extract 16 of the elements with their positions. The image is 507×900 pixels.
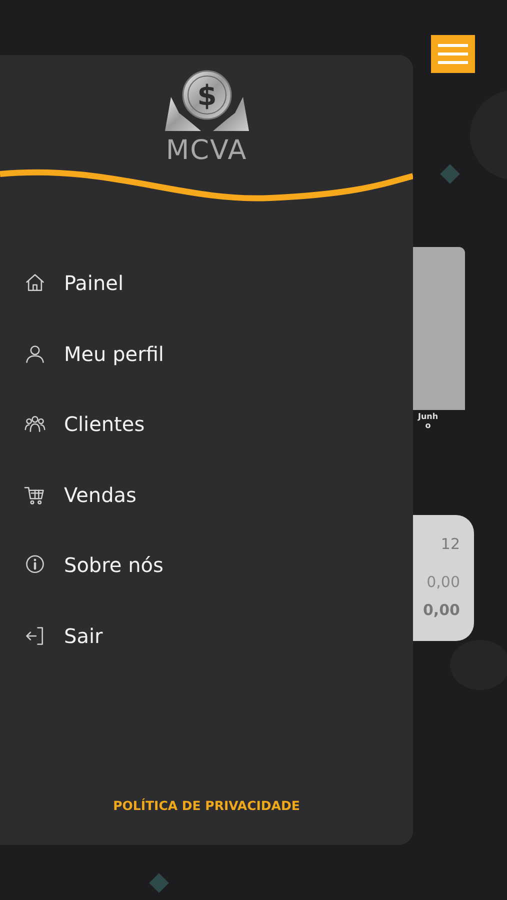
menu-icon [438,44,468,64]
total-amount: 0,00 [422,601,460,619]
menu-item[interactable]: Painel [0,248,413,318]
menu-item[interactable]: Clientes [0,389,413,460]
exit-icon [24,624,46,647]
menu-button[interactable] [431,35,475,73]
menu-item[interactable]: Vendas [0,460,413,530]
amount-text: 0,00 [426,573,460,591]
menu-item[interactable]: Sobre nós [0,530,413,600]
person-icon [24,342,46,365]
count-text: 12 [440,535,460,553]
privacy-policy-link[interactable]: POLÍTICA DE PRIVACIDADE [113,798,300,813]
menu-item[interactable]: Meu perfil [0,318,413,389]
menu-item[interactable]: Sair [0,600,413,671]
chart-label: Junho [416,412,440,430]
logo: $ MCVA [0,55,413,164]
